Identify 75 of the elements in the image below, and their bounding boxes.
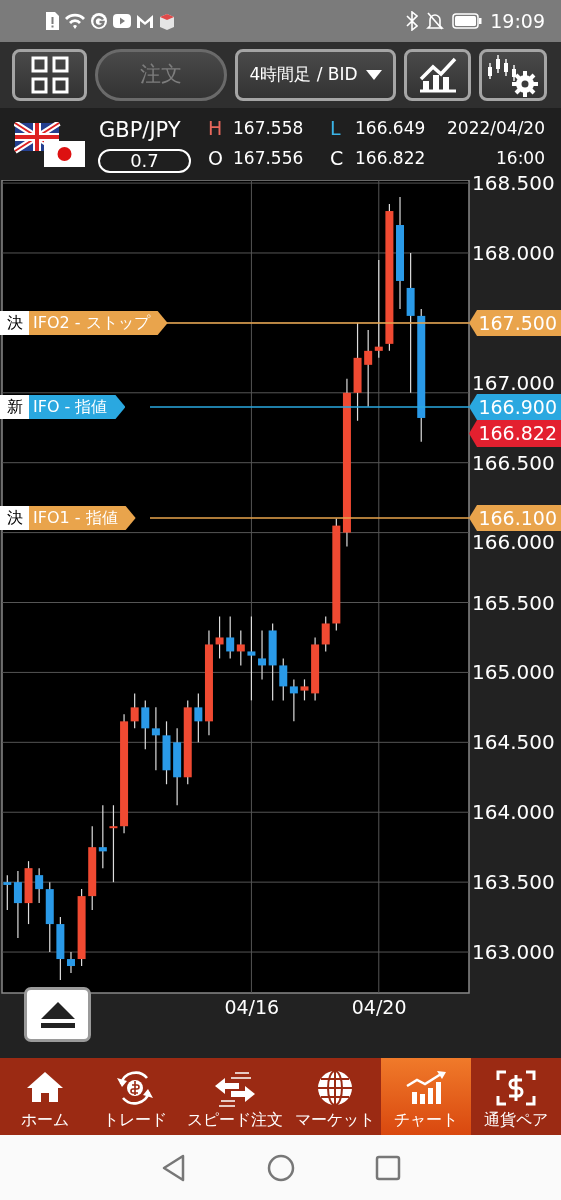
bar-time: 16:00 (496, 148, 545, 168)
sim-alert-icon (44, 11, 60, 31)
flags-drawing (14, 122, 86, 168)
nav-tab[interactable]: マーケット (288, 1058, 381, 1135)
grid-menu-icon (30, 56, 69, 94)
price-axis-label: 168.500 (472, 172, 555, 195)
candlestick (226, 615, 235, 660)
ohlc-value: 166.649 (355, 118, 426, 138)
back-icon[interactable] (160, 1153, 187, 1182)
clock-time: 19:09 (490, 8, 545, 34)
date-axis-label: 04/20 (351, 995, 407, 1020)
chart-type-button[interactable] (404, 49, 471, 101)
spread-value: 0.7 (98, 149, 191, 173)
recents-icon[interactable] (374, 1154, 401, 1181)
price-axis-label: 165.000 (472, 661, 555, 684)
ohlc-letter: H (208, 118, 223, 138)
battery-icon (452, 13, 483, 29)
bar-chart-icon (417, 57, 458, 93)
price-axis-label: 164.000 (472, 801, 555, 824)
menu-button[interactable] (12, 49, 87, 101)
chart-settings-button[interactable] (479, 49, 547, 101)
app-box-icon (158, 12, 176, 30)
date-axis-label: 04/16 (224, 995, 280, 1020)
candlestick (215, 615, 224, 660)
price-axis-label: 163.000 (472, 941, 555, 964)
candles-gear-icon (485, 53, 541, 97)
order-price-label: 166.100 (469, 505, 561, 531)
order-price-label: 167.500 (469, 310, 561, 336)
order-type-tag: 決 (0, 506, 29, 530)
price-axis-label: 164.500 (472, 731, 555, 754)
ohlc-letter: L (330, 118, 341, 138)
price-axis-label: 166.000 (472, 531, 555, 553)
ohlc-value: 166.822 (355, 148, 426, 168)
ohlc-value: 167.558 (233, 118, 304, 138)
currency-pair: GBP/JPY (99, 118, 181, 142)
home-circle-icon[interactable] (266, 1153, 295, 1182)
mute-bell-icon (426, 11, 445, 31)
price-axis-label: 168.000 (472, 241, 555, 264)
candlestick (151, 706, 160, 771)
order-type-tag: 新 (0, 395, 29, 419)
eject-button[interactable] (24, 987, 91, 1042)
mail-app-icon (136, 13, 154, 29)
nav-tab[interactable]: チャート (380, 1058, 471, 1135)
bluetooth-icon (406, 11, 419, 31)
video-app-icon (112, 13, 132, 29)
nav-tab[interactable]: スピード注文 (180, 1058, 289, 1135)
price-axis-label: 163.500 (472, 871, 555, 894)
order-price-label: 166.900 (469, 394, 561, 420)
current-price-label: 166.822 (469, 420, 561, 447)
nav-tab[interactable]: ホーム (0, 1058, 91, 1135)
wifi-icon (64, 11, 86, 31)
candlestick (300, 678, 309, 701)
timeframe-dropdown[interactable]: 4時間足 / BID (235, 49, 396, 101)
price-axis-label: 167.000 (472, 372, 555, 394)
candlestick (67, 951, 75, 974)
price-axis-label: 166.500 (472, 451, 555, 474)
nav-tab[interactable]: 通貨ペア (470, 1058, 561, 1135)
order-type-tag: 決 (0, 311, 29, 335)
ohlc-value: 167.556 (233, 148, 304, 168)
ohlc-letter: O (208, 148, 223, 168)
nav-tab[interactable]: トレード (90, 1058, 181, 1135)
candlestick (162, 720, 171, 785)
candlestick (24, 860, 33, 925)
ohlc-letter: C (330, 148, 344, 168)
eject-icon (40, 1001, 75, 1028)
bar-date: 2022/04/20 (447, 118, 545, 138)
candlestick (56, 916, 65, 981)
candlestick (289, 678, 298, 722)
candlestick (236, 629, 245, 666)
caret-icon (365, 70, 382, 80)
g-app-icon (90, 12, 108, 30)
price-axis-label: 165.500 (472, 591, 555, 614)
candlestick (98, 804, 107, 869)
candlestick (279, 657, 288, 701)
candlestick (141, 699, 150, 750)
